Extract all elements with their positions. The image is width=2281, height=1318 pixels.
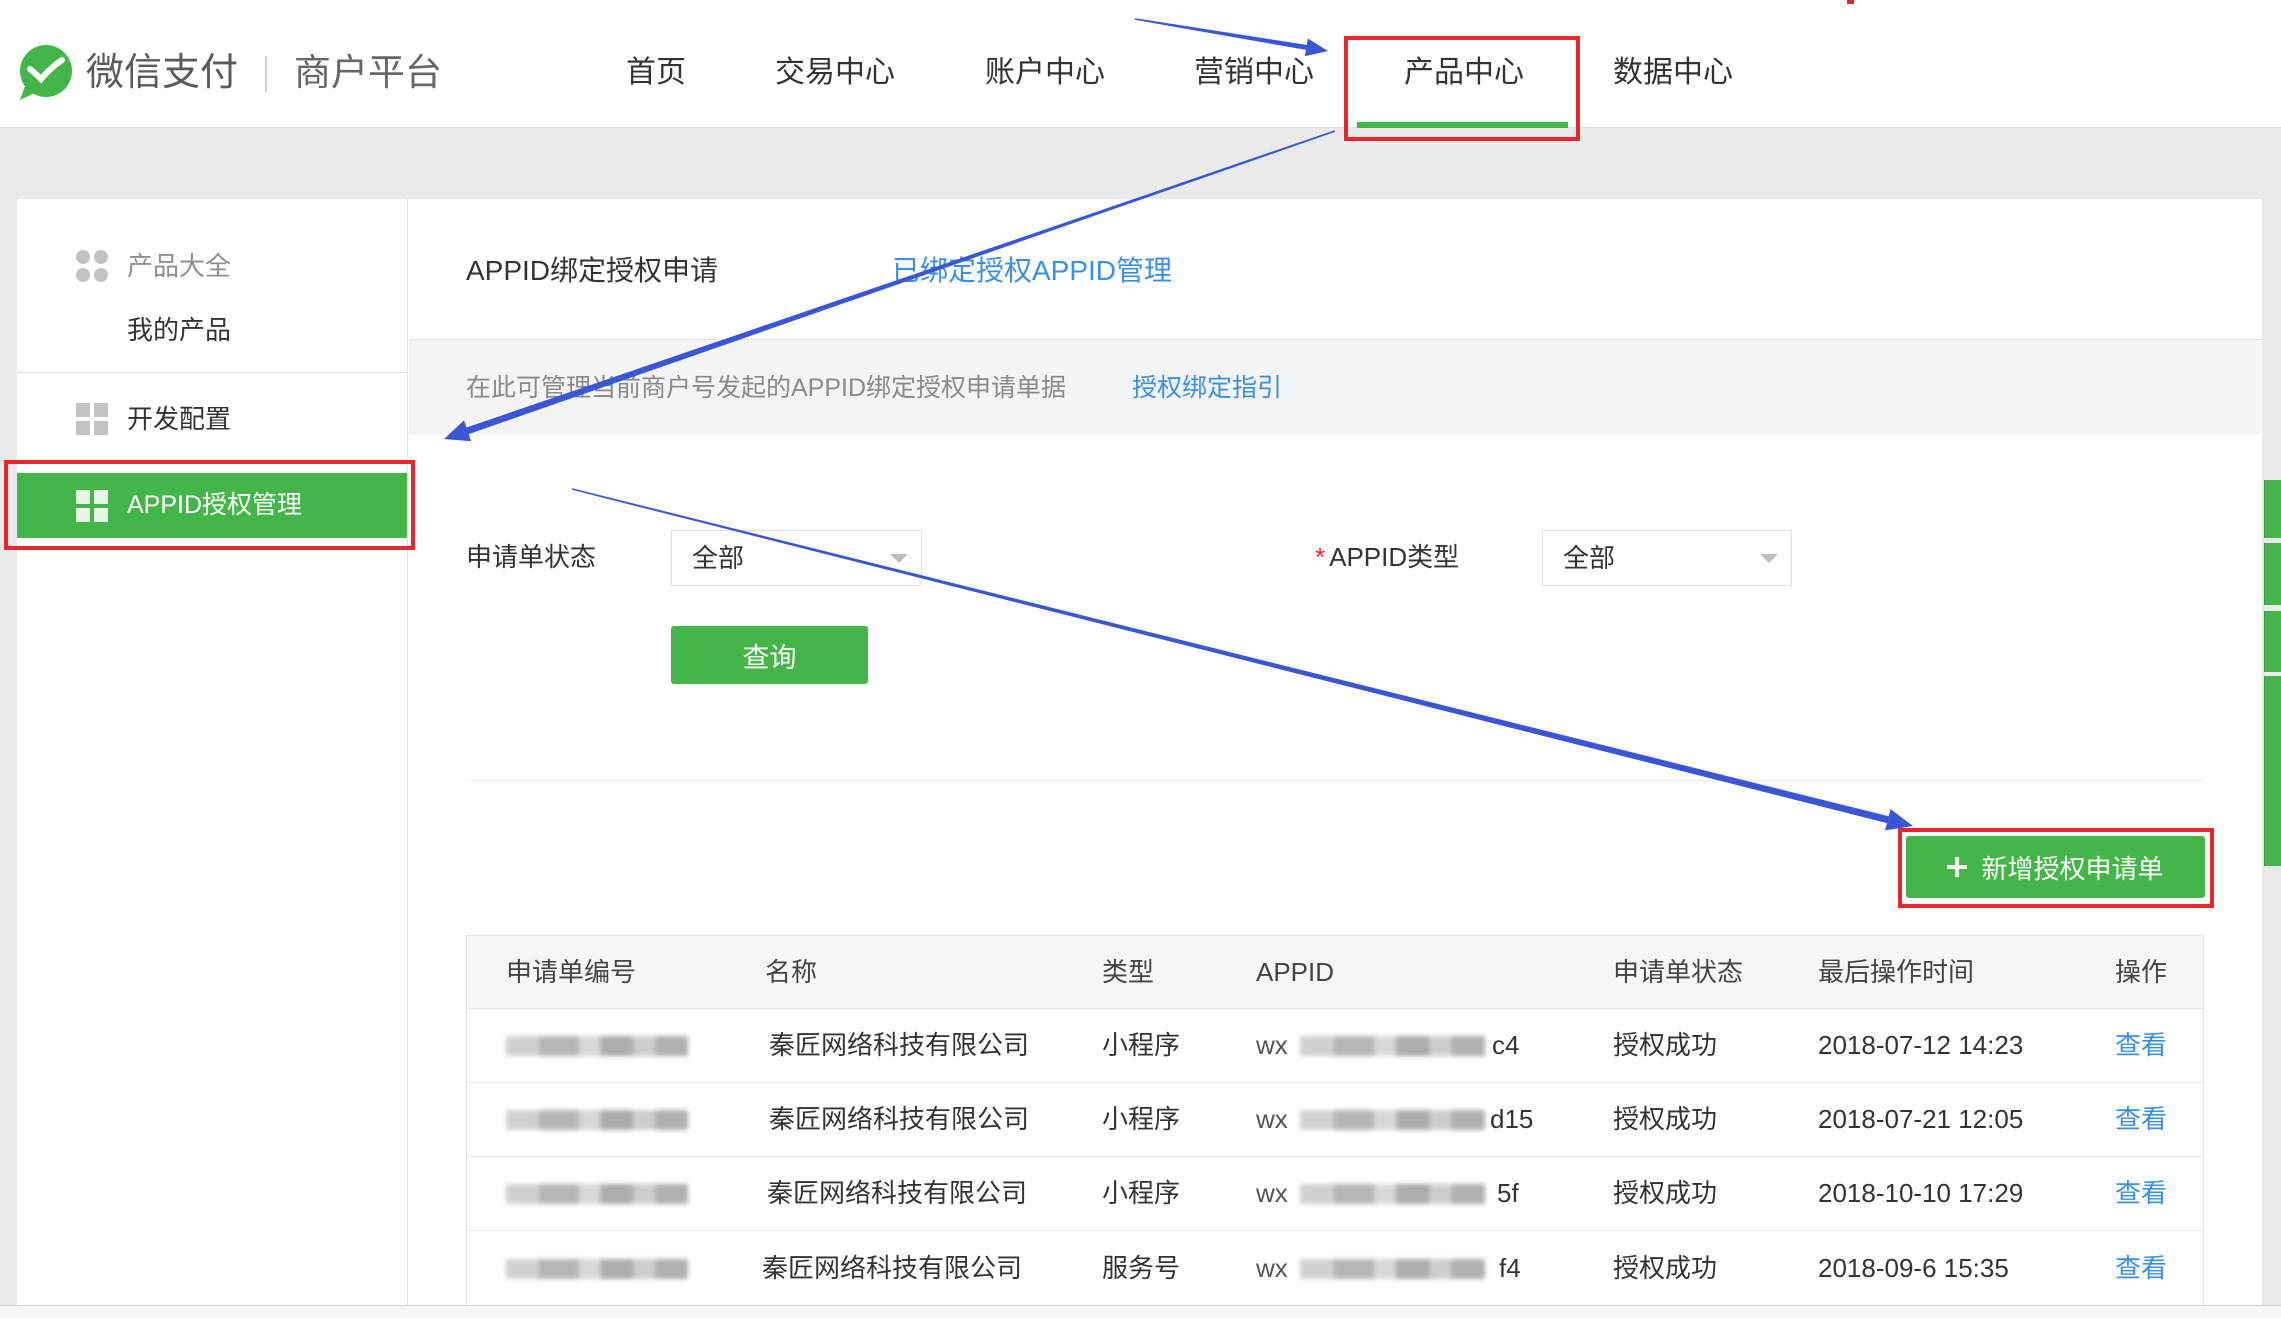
cell-type: 小程序: [1102, 1030, 1181, 1060]
column-header-status: 申请单状态: [1613, 957, 1744, 987]
redacted-appid-blur: [1300, 1259, 1485, 1279]
status-filter-select[interactable]: 全部: [671, 530, 922, 586]
annotation-red-mark: [1847, 0, 1854, 4]
redacted-id-blur: [506, 1259, 688, 1279]
nav-active-underline: [1357, 122, 1568, 128]
view-link[interactable]: 查看: [2115, 1083, 2167, 1156]
cell-appid-prefix: wx: [1256, 1253, 1288, 1283]
redacted-id-blur: [506, 1036, 688, 1056]
nav-data[interactable]: 数据中心: [1613, 50, 1733, 96]
sidebar-item-dev-config[interactable]: 开发配置: [17, 389, 407, 449]
appid-type-filter-value: 全部: [1563, 543, 1616, 573]
status-filter-label: 申请单状态: [466, 542, 597, 572]
cell-type: 服务号: [1102, 1253, 1181, 1283]
column-header-appid: APPID: [1256, 957, 1335, 987]
view-link[interactable]: 查看: [2115, 1232, 2167, 1305]
cell-appid-prefix: wx: [1256, 1030, 1288, 1060]
cell-appid-suffix: c4: [1492, 1030, 1520, 1060]
appid-type-filter-label: * APPID类型: [1315, 538, 1459, 576]
sidebar: [17, 199, 408, 1318]
brand-name[interactable]: 微信支付: [86, 48, 238, 98]
cell-appid-suffix: f4: [1499, 1253, 1521, 1283]
floating-side-tab[interactable]: [2264, 611, 2281, 672]
floating-side-tab[interactable]: [2264, 676, 2281, 866]
redacted-appid-blur: [1300, 1036, 1485, 1056]
table-row: 秦匠网络科技有限公司 小程序 wx d15 授权成功 2018-07-21 12…: [467, 1083, 2203, 1157]
redacted-appid-blur: [1300, 1110, 1485, 1130]
cell-appid-prefix: wx: [1256, 1104, 1288, 1134]
top-header: 微信支付 商户平台 首页 交易中心 账户中心 营销中心 产品中心 数据中心: [0, 0, 2281, 128]
cell-updated: 2018-07-21 12:05: [1818, 1104, 2024, 1134]
table-row: 秦匠网络科技有限公司 小程序 wx 5f 授权成功 2018-10-10 17:…: [467, 1157, 2203, 1231]
redacted-id-blur: [506, 1110, 688, 1130]
bottom-status-strip: [0, 1305, 2281, 1318]
cell-name: 秦匠网络科技有限公司: [762, 1253, 1023, 1283]
sidebar-item-label: 开发配置: [127, 404, 232, 434]
nav-transactions[interactable]: 交易中心: [775, 50, 895, 96]
chevron-down-icon: [1760, 554, 1778, 563]
appid-type-filter-select[interactable]: 全部: [1542, 530, 1792, 586]
sidebar-item-appid-auth[interactable]: APPID授权管理: [17, 473, 407, 538]
nav-marketing[interactable]: 营销中心: [1194, 50, 1314, 96]
column-header-type: 类型: [1102, 957, 1155, 987]
nav-account[interactable]: 账户中心: [985, 50, 1105, 96]
column-header-updated: 最后操作时间: [1818, 957, 1975, 987]
cell-name: 秦匠网络科技有限公司: [769, 1104, 1030, 1134]
sidebar-item-all-products[interactable]: 产品大全: [17, 236, 407, 296]
nav-home[interactable]: 首页: [626, 50, 686, 96]
floating-side-tab[interactable]: [2264, 543, 2281, 605]
column-header-id: 申请单编号: [506, 957, 637, 987]
nav-products[interactable]: 产品中心: [1404, 50, 1524, 96]
platform-name: 商户平台: [294, 52, 442, 93]
cell-appid-prefix: wx: [1256, 1178, 1288, 1208]
cell-appid-suffix: d15: [1490, 1104, 1534, 1134]
query-button[interactable]: 查询: [671, 626, 868, 684]
cell-updated: 2018-09-6 15:35: [1818, 1253, 2009, 1283]
cell-name: 秦匠网络科技有限公司: [767, 1178, 1028, 1208]
sidebar-item-my-products[interactable]: 我的产品: [17, 300, 407, 360]
sidebar-divider: [17, 372, 407, 373]
view-link[interactable]: 查看: [2115, 1009, 2167, 1082]
cell-name: 秦匠网络科技有限公司: [769, 1030, 1030, 1060]
notice-text: 在此可管理当前商户号发起的APPID绑定授权申请单据: [466, 374, 1067, 402]
sidebar-item-label: APPID授权管理: [127, 491, 303, 519]
cell-type: 小程序: [1102, 1104, 1181, 1134]
cell-appid-suffix: 5f: [1497, 1178, 1519, 1208]
required-mark: *: [1315, 542, 1326, 572]
brand-separator: [265, 56, 267, 92]
cell-status: 授权成功: [1613, 1030, 1718, 1060]
sidebar-item-label: 我的产品: [127, 315, 232, 345]
chevron-down-icon: [890, 554, 908, 563]
appid-type-label-text: APPID类型: [1329, 542, 1460, 572]
status-filter-value: 全部: [692, 543, 745, 573]
column-header-action: 操作: [2115, 957, 2168, 987]
tab-bound-appid-manage[interactable]: 已绑定授权APPID管理: [892, 250, 1172, 292]
table-row: 秦匠网络科技有限公司 服务号 wx f4 授权成功 2018-09-6 15:3…: [467, 1232, 2203, 1305]
form-divider: [466, 780, 2204, 781]
plus-icon: [1947, 857, 1968, 877]
grid-icon: [76, 490, 108, 522]
floating-side-tab[interactable]: [2264, 480, 2281, 538]
view-link[interactable]: 查看: [2115, 1157, 2167, 1230]
cell-type: 小程序: [1102, 1178, 1181, 1208]
table-header: 申请单编号 名称 类型 APPID 申请单状态 最后操作时间 操作: [467, 936, 2203, 1009]
grid-icon: [76, 403, 108, 435]
cell-status: 授权成功: [1613, 1253, 1718, 1283]
apps-icon: [76, 250, 108, 282]
tab-appid-bind-request[interactable]: APPID绑定授权申请: [466, 250, 718, 292]
table-row: 秦匠网络科技有限公司 小程序 wx c4 授权成功 2018-07-12 14:…: [467, 1009, 2203, 1083]
wechat-pay-logo-icon[interactable]: [15, 42, 75, 102]
auth-guide-link[interactable]: 授权绑定指引: [1132, 368, 1282, 408]
sidebar-item-label: 产品大全: [127, 251, 232, 281]
new-auth-request-button[interactable]: 新增授权申请单: [1906, 836, 2205, 898]
new-auth-request-label: 新增授权申请单: [1981, 853, 2164, 884]
cell-updated: 2018-07-12 14:23: [1818, 1030, 2024, 1060]
redacted-appid-blur: [1300, 1184, 1485, 1204]
cell-updated: 2018-10-10 17:29: [1818, 1178, 2024, 1208]
cell-status: 授权成功: [1613, 1178, 1718, 1208]
cell-status: 授权成功: [1613, 1104, 1718, 1134]
redacted-id-blur: [506, 1184, 688, 1204]
column-header-name: 名称: [765, 957, 818, 987]
auth-request-table: 申请单编号 名称 类型 APPID 申请单状态 最后操作时间 操作 秦匠网络科技…: [466, 935, 2204, 1305]
